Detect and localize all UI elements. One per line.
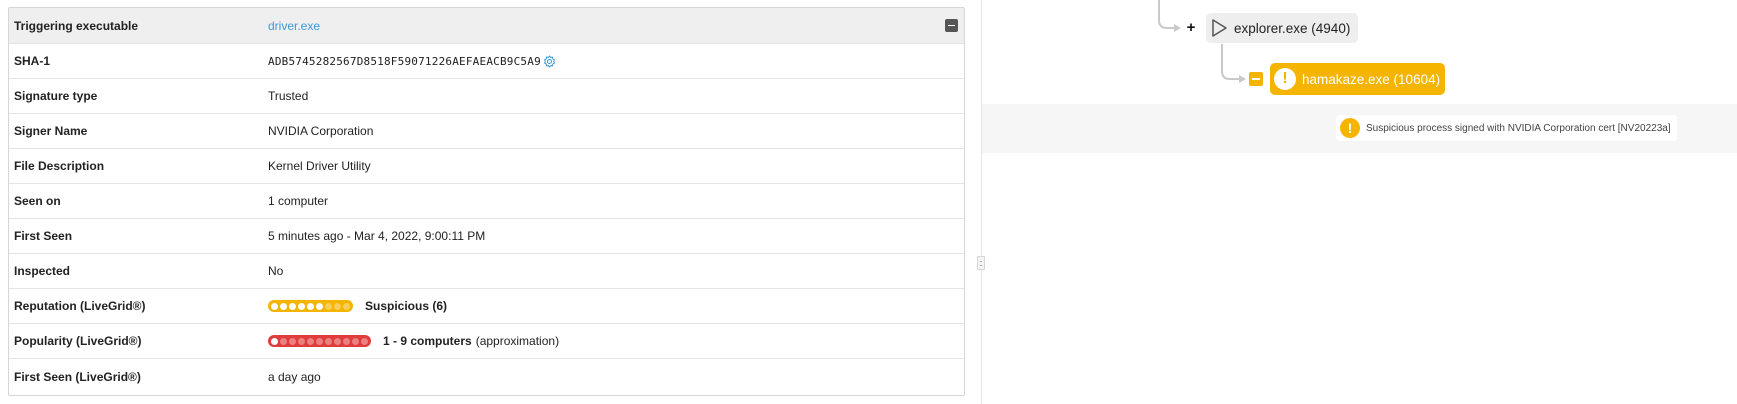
row-label: Reputation (LiveGrid®) bbox=[14, 299, 146, 313]
process-node-hamakaze[interactable]: ! hamakaze.exe (10604) bbox=[1270, 63, 1446, 95]
row-first-seen-livegrid: First Seen (LiveGrid®) a day ago bbox=[9, 359, 964, 394]
minus-icon bbox=[1252, 78, 1260, 80]
play-icon bbox=[1210, 18, 1228, 38]
inspected-value: No bbox=[268, 264, 284, 278]
meter-dot bbox=[289, 302, 296, 310]
first-seen-livegrid-value: a day ago bbox=[268, 369, 321, 384]
row-label: Triggering executable bbox=[14, 18, 139, 33]
first-seen-value: 5 minutes ago - Mar 4, 2022, 9:00:11 PM bbox=[268, 229, 486, 243]
meter-dot bbox=[298, 302, 305, 310]
meter-dot bbox=[325, 302, 332, 310]
meter-dot bbox=[316, 302, 323, 310]
minus-square-icon bbox=[948, 24, 955, 27]
sha1-value: ADB5745282567D8518F59071226AEFAEACB9C5A9 bbox=[268, 54, 541, 68]
executable-link[interactable]: driver.exe bbox=[268, 19, 320, 33]
row-label: Signer Name bbox=[14, 124, 88, 138]
row-popularity: Popularity (LiveGrid®) 1 - 9 computers (… bbox=[9, 324, 964, 359]
meter-dot bbox=[334, 337, 341, 345]
hamakaze-label: hamakaze.exe (10604) bbox=[1302, 71, 1441, 87]
popularity-meter bbox=[268, 335, 371, 347]
meter-dot bbox=[307, 302, 314, 310]
meter-dot bbox=[343, 302, 350, 310]
resize-handle[interactable] bbox=[977, 256, 985, 270]
explorer-label: explorer.exe (4940) bbox=[1234, 20, 1351, 36]
meter-dot bbox=[280, 337, 287, 345]
pane-divider bbox=[981, 0, 982, 404]
seen-on-value: 1 computer bbox=[268, 194, 329, 208]
meter-dot bbox=[316, 337, 323, 345]
signer-name-value: NVIDIA Corporation bbox=[268, 124, 374, 138]
reputation-meter bbox=[268, 300, 353, 312]
row-label: Seen on bbox=[14, 194, 61, 208]
warning-icon: ! bbox=[1274, 68, 1296, 90]
meter-dot bbox=[298, 337, 305, 345]
meter-dot bbox=[307, 337, 314, 345]
row-seen-on: Seen on 1 computer bbox=[9, 184, 964, 219]
note-text: Suspicious process signed with NVIDIA Co… bbox=[1366, 122, 1671, 134]
popularity-value: 1 - 9 computers bbox=[383, 334, 472, 348]
row-label: Popularity (LiveGrid®) bbox=[14, 334, 142, 348]
popularity-suffix: (approximation) bbox=[475, 334, 560, 348]
row-label: Inspected bbox=[14, 264, 71, 278]
row-label: Signature type bbox=[14, 89, 98, 103]
row-first-seen: First Seen 5 minutes ago - Mar 4, 2022, … bbox=[9, 219, 964, 254]
meter-dot bbox=[271, 337, 278, 345]
row-triggering-executable: Triggering executable driver.exe bbox=[9, 8, 964, 44]
meter-dot bbox=[289, 337, 296, 345]
row-label: First Seen (LiveGrid®) bbox=[14, 369, 141, 384]
row-signer-name: Signer Name NVIDIA Corporation bbox=[9, 114, 964, 149]
row-sha1: SHA-1 ADB5745282567D8518F59071226AEFAEAC… bbox=[9, 44, 964, 79]
meter-dot bbox=[361, 337, 368, 345]
row-reputation: Reputation (LiveGrid®) Suspicious (6) bbox=[9, 289, 964, 324]
collapse-button[interactable] bbox=[945, 19, 958, 32]
row-label: File Description bbox=[14, 159, 105, 173]
process-node-explorer[interactable]: explorer.exe (4940) bbox=[1206, 13, 1359, 43]
meter-dot bbox=[325, 337, 332, 345]
row-file-description: File Description Kernel Driver Utility bbox=[9, 149, 964, 184]
reputation-value: Suspicious (6) bbox=[365, 299, 448, 313]
gear-icon[interactable] bbox=[543, 54, 556, 68]
row-inspected: Inspected No bbox=[9, 254, 964, 289]
collapse-node-button[interactable] bbox=[1249, 72, 1263, 86]
meter-dot bbox=[352, 337, 359, 345]
meter-dot bbox=[280, 302, 287, 310]
warning-icon: ! bbox=[1340, 118, 1360, 138]
meter-dot bbox=[343, 337, 350, 345]
row-signature-type: Signature type Trusted bbox=[9, 79, 964, 114]
detection-note: ! Suspicious process signed with NVIDIA … bbox=[1336, 115, 1677, 141]
plus-icon: + bbox=[1186, 19, 1196, 36]
file-description-value: Kernel Driver Utility bbox=[268, 159, 371, 173]
row-label: SHA-1 bbox=[14, 54, 51, 68]
row-label: First Seen bbox=[14, 229, 73, 243]
signature-type-value: Trusted bbox=[268, 89, 309, 103]
meter-dot bbox=[334, 302, 341, 310]
meter-dot bbox=[271, 302, 278, 310]
details-panel: Triggering executable driver.exe SHA-1 A… bbox=[8, 7, 965, 396]
expand-button[interactable]: + bbox=[1185, 20, 1197, 36]
